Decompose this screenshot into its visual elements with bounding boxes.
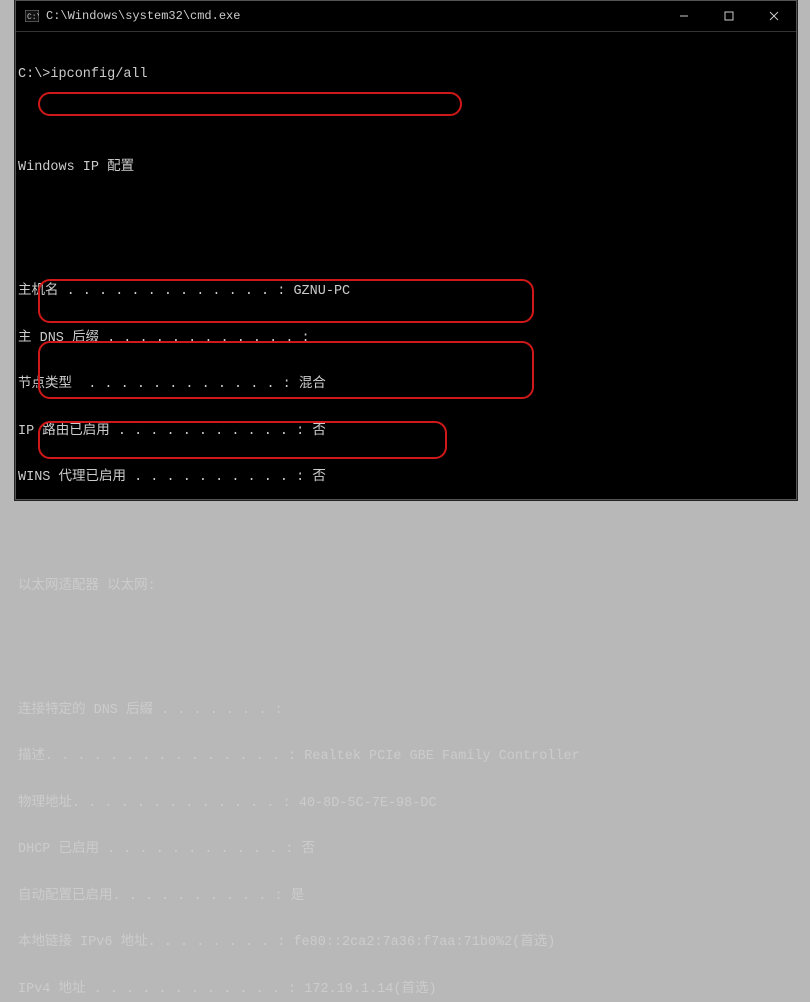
ip-routing-line: IP 路由已启用 . . . . . . . . . . . : 否 <box>18 424 794 440</box>
ip-config-header: Windows IP 配置 <box>18 160 794 176</box>
window-title: C:\Windows\system32\cmd.exe <box>46 9 661 23</box>
conn-dns-suffix-line: 连接特定的 DNS 后缀 . . . . . . . : <box>18 703 794 719</box>
command-text: ipconfig/all <box>50 67 147 83</box>
prompt: C:\> <box>18 67 50 83</box>
node-type-line: 节点类型 . . . . . . . . . . . . : 混合 <box>18 377 794 393</box>
dhcp-enabled-line: DHCP 已启用 . . . . . . . . . . . : 否 <box>18 842 794 858</box>
physical-address-line: 物理地址. . . . . . . . . . . . . : 40-8D-5C… <box>18 796 794 812</box>
mac-address-value: 40-8D-5C-7E-98-DC <box>299 796 437 812</box>
blank <box>18 114 794 130</box>
svg-text:C:\: C:\ <box>27 13 39 22</box>
adapter-header: 以太网适配器 以太网: <box>18 579 794 595</box>
prompt-line: C:\>ipconfig/all <box>18 67 794 83</box>
titlebar[interactable]: C:\ C:\Windows\system32\cmd.exe <box>16 1 796 32</box>
cmd-window: C:\ C:\Windows\system32\cmd.exe C:\>ipco… <box>15 0 797 500</box>
terminal-area[interactable]: C:\>ipconfig/all Windows IP 配置 主机名 . . .… <box>16 32 796 1002</box>
window-controls <box>661 1 796 31</box>
link-local-ipv6-line: 本地链接 IPv6 地址. . . . . . . . : fe80::2ca2… <box>18 935 794 951</box>
ipv4-value: 172.19.1.14(首选) <box>304 982 436 998</box>
maximize-button[interactable] <box>706 1 751 31</box>
host-name-value: GZNU-PC <box>293 284 350 300</box>
host-name-line: 主机名 . . . . . . . . . . . . . : GZNU-PC <box>18 284 794 300</box>
cmd-icon: C:\ <box>24 8 40 24</box>
autoconf-enabled-line: 自动配置已启用. . . . . . . . . . : 是 <box>18 889 794 905</box>
minimize-button[interactable] <box>661 1 706 31</box>
ipv4-address-line: IPv4 地址 . . . . . . . . . . . . : 172.19… <box>18 982 794 998</box>
primary-dns-suffix-line: 主 DNS 后缀 . . . . . . . . . . . . : <box>18 331 794 347</box>
description-line: 描述. . . . . . . . . . . . . . . : Realte… <box>18 749 794 765</box>
wins-proxy-line: WINS 代理已启用 . . . . . . . . . . : 否 <box>18 470 794 486</box>
blank <box>18 532 794 548</box>
blank <box>18 207 794 223</box>
close-button[interactable] <box>751 1 796 31</box>
blank <box>18 625 794 641</box>
